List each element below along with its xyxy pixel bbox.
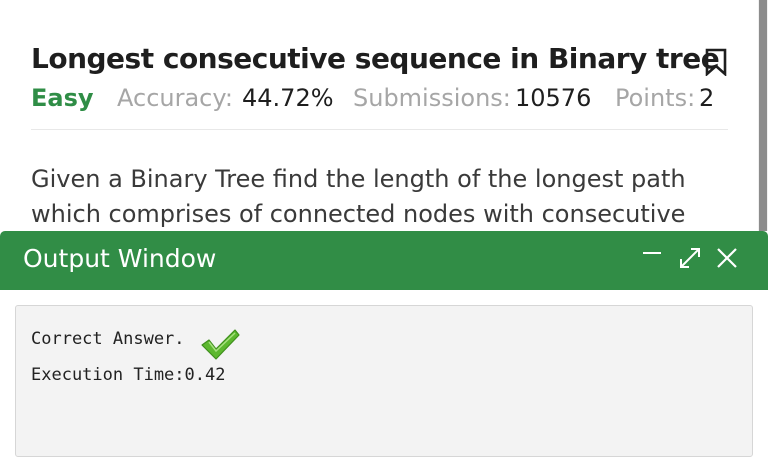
bookmark-icon[interactable] xyxy=(704,48,728,77)
accuracy-value: 44.72% xyxy=(242,84,334,112)
problem-title: Longest consecutive sequence in Binary t… xyxy=(31,42,720,75)
title-row: Longest consecutive sequence in Binary t… xyxy=(31,42,731,82)
checkmark-icon xyxy=(199,327,241,361)
problem-meta: Easy Accuracy: 44.72% Submissions: 10576… xyxy=(31,84,731,116)
minimize-icon[interactable] xyxy=(640,245,666,271)
problem-description: Given a Binary Tree find the length of t… xyxy=(31,162,731,232)
points-value: 2 xyxy=(699,84,715,112)
description-line: which comprises of connected nodes with … xyxy=(31,200,686,228)
difficulty-badge: Easy xyxy=(31,84,94,112)
close-icon[interactable] xyxy=(714,245,740,271)
submissions-label: Submissions: xyxy=(353,84,511,112)
description-line: Given a Binary Tree find the length of t… xyxy=(31,165,686,193)
result-text: Correct Answer. xyxy=(31,329,185,349)
submissions-value: 10576 xyxy=(515,84,592,112)
scrollbar-thumb[interactable] xyxy=(759,0,767,232)
output-window-title: Output Window xyxy=(23,244,217,273)
points-label: Points: xyxy=(615,84,696,112)
divider xyxy=(31,129,728,130)
execution-time: Execution Time:0.42 xyxy=(31,365,226,385)
expand-icon[interactable] xyxy=(677,245,703,271)
accuracy-label: Accuracy: xyxy=(117,84,233,112)
output-window: Output Window Correct Answer. Execution … xyxy=(0,231,768,457)
output-window-header: Output Window xyxy=(0,231,768,290)
output-console: Correct Answer. Execution Time:0.42 xyxy=(15,305,753,457)
